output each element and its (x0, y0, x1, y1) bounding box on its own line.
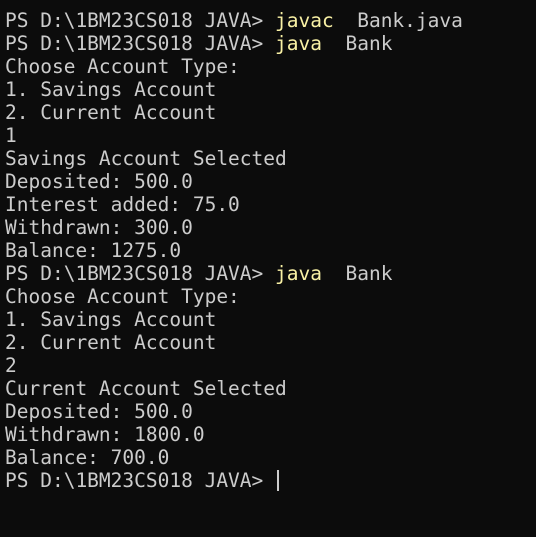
prompt: PS D:\1BM23CS018 JAVA> (5, 262, 276, 285)
output-line: 1. Savings Account (5, 308, 217, 331)
command-name: java (275, 262, 322, 285)
output-line: Choose Account Type: (5, 55, 240, 78)
user-input-line: 2 (5, 354, 17, 377)
output-line: Choose Account Type: (5, 285, 240, 308)
prompt-line: PS D:\1BM23CS018 JAVA> java Bank (5, 32, 536, 55)
output-line: Balance: 1275.0 (5, 239, 182, 262)
active-prompt-line[interactable]: PS D:\1BM23CS018 JAVA> (5, 469, 536, 492)
prompt-line: PS D:\1BM23CS018 JAVA> java Bank (5, 262, 536, 285)
command-args: Bank (322, 262, 393, 285)
output-line: 2. Current Account (5, 101, 217, 124)
prompt: PS D:\1BM23CS018 JAVA> (5, 9, 276, 32)
output-line: Deposited: 500.0 (5, 400, 193, 423)
command-args: Bank (322, 32, 393, 55)
command-name: javac (275, 9, 334, 32)
terminal-window[interactable]: PS D:\1BM23CS018 JAVA> javac Bank.java P… (0, 0, 536, 537)
prompt-line: PS D:\1BM23CS018 JAVA> javac Bank.java (5, 9, 536, 32)
output-line: Deposited: 500.0 (5, 170, 193, 193)
output-line: Balance: 700.0 (5, 446, 170, 469)
command-args: Bank.java (333, 9, 463, 32)
output-line: Interest added: 75.0 (5, 193, 240, 216)
text-cursor[interactable] (277, 470, 279, 491)
output-line: 2. Current Account (5, 331, 217, 354)
output-line: Withdrawn: 1800.0 (5, 423, 205, 446)
output-line: Withdrawn: 300.0 (5, 216, 193, 239)
user-input-line: 1 (5, 124, 17, 147)
output-line: 1. Savings Account (5, 78, 217, 101)
command-name: java (275, 32, 322, 55)
output-line: Current Account Selected (5, 377, 287, 400)
prompt: PS D:\1BM23CS018 JAVA> (5, 32, 276, 55)
output-line: Savings Account Selected (5, 147, 287, 170)
prompt: PS D:\1BM23CS018 JAVA> (5, 469, 276, 492)
